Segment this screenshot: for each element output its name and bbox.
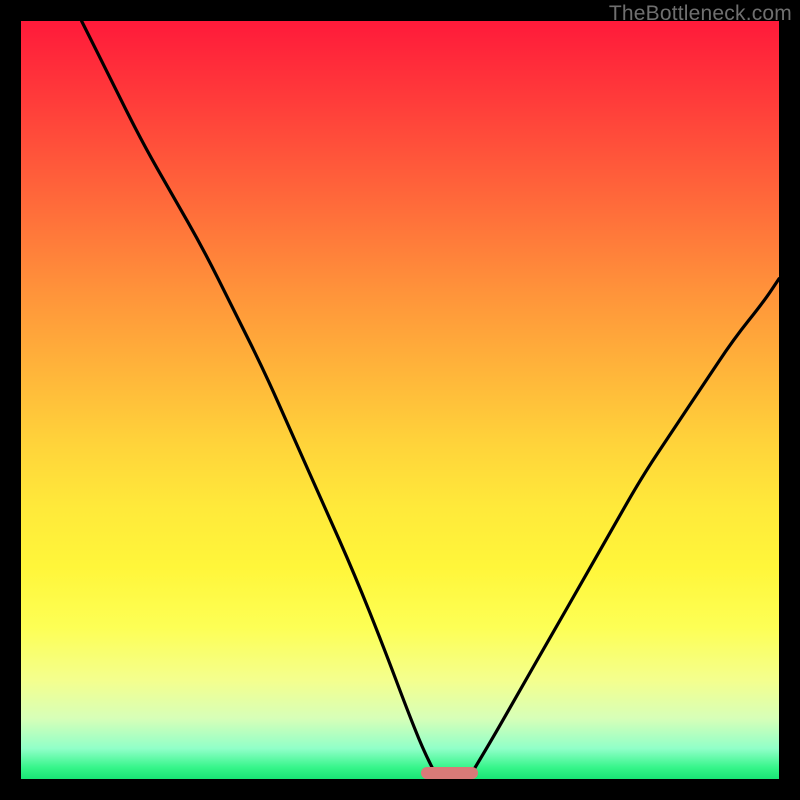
- curve-left: [82, 21, 438, 779]
- plot-area: [21, 21, 779, 779]
- optimum-marker: [421, 767, 478, 779]
- curve-right: [468, 279, 779, 779]
- bottleneck-curve: [21, 21, 779, 779]
- watermark-text: TheBottleneck.com: [609, 2, 792, 26]
- chart-frame: TheBottleneck.com: [0, 0, 800, 800]
